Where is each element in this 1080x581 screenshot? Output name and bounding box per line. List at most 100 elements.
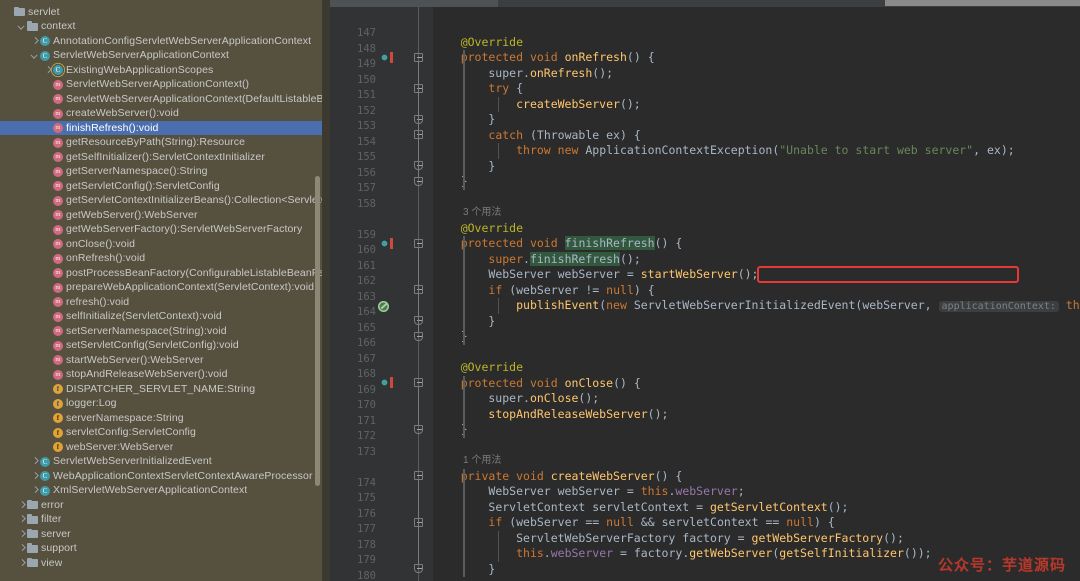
tree-item[interactable]: servlet bbox=[0, 5, 330, 20]
code-line[interactable]: super.onRefresh(); bbox=[433, 66, 613, 82]
code-line[interactable]: ServletWebServerFactory factory = getWeb… bbox=[433, 531, 904, 547]
fold-end-marker[interactable] bbox=[414, 331, 423, 341]
tree-item-label: selfInitialize(ServletContext):void bbox=[66, 310, 222, 323]
tree-item[interactable]: error bbox=[0, 498, 330, 513]
tree-item[interactable]: m getServletConfig():ServletConfig bbox=[0, 179, 330, 194]
line-number: 152 bbox=[357, 104, 376, 117]
code-line[interactable]: publishEvent(new ServletWebServerInitial… bbox=[433, 298, 1080, 315]
tree-item[interactable]: m ServletWebServerApplicationContext(Defa… bbox=[0, 92, 330, 107]
tree-item[interactable]: C AnnotationConfigServletWebServerApplica… bbox=[0, 34, 330, 49]
tree-item[interactable]: m getServletContextInitializerBeans():Col… bbox=[0, 193, 330, 208]
code-line[interactable]: super.onClose(); bbox=[433, 391, 599, 407]
tree-item[interactable]: context bbox=[0, 19, 330, 34]
tree-item[interactable]: f logger:Log bbox=[0, 396, 330, 411]
tree-item[interactable]: f servletConfig:ServletConfig bbox=[0, 425, 330, 440]
code-line[interactable]: throw new ApplicationContextException("U… bbox=[433, 143, 1015, 159]
code-line[interactable]: private void createWebServer() { bbox=[433, 469, 683, 485]
code-line[interactable]: if (webServer == null && servletContext … bbox=[433, 515, 834, 531]
tree-item[interactable]: C ExistingWebApplicationScopes bbox=[0, 63, 330, 78]
tree-item[interactable]: f webServer:WebServer bbox=[0, 440, 330, 455]
sidebar-right-edge bbox=[322, 0, 330, 581]
fold-end-marker[interactable] bbox=[414, 564, 423, 573]
code-line[interactable]: if (webServer != null) { bbox=[433, 283, 654, 299]
code-line[interactable]: @Override bbox=[433, 360, 523, 376]
code-line[interactable]: stopAndReleaseWebServer(); bbox=[433, 407, 668, 423]
folder-icon bbox=[27, 514, 38, 525]
tree-item[interactable]: m onRefresh():void bbox=[0, 251, 330, 266]
chevron-right-icon[interactable] bbox=[17, 558, 26, 567]
tree-item[interactable]: server bbox=[0, 527, 330, 542]
tree-item-label: serverNamespace:String bbox=[66, 411, 184, 424]
code-line[interactable]: WebServer webServer = this.webServer; bbox=[433, 484, 744, 500]
code-line[interactable]: WebServer webServer = startWebServer(); bbox=[433, 267, 758, 283]
tree-item[interactable]: C XmlServletWebServerApplicationContext bbox=[0, 483, 330, 498]
code-content[interactable]: @Override protected void onRefresh() { s… bbox=[433, 7, 1080, 581]
fold-end-marker[interactable] bbox=[414, 176, 423, 186]
code-editor[interactable]: 147 148 149 150 151 152 153 154 155 156 157 158 159 1… bbox=[330, 0, 1080, 581]
tree-item[interactable]: m finishRefresh():void bbox=[0, 120, 330, 135]
tree-item[interactable]: f serverNamespace:String bbox=[0, 411, 330, 426]
editor-gutter[interactable]: 147 148 149 150 151 152 153 154 155 156 157 158 159 1… bbox=[330, 7, 403, 581]
tree-item[interactable]: m setServletConfig(ServletConfig):void bbox=[0, 338, 330, 353]
code-line[interactable]: ServletContext servletContext = getServl… bbox=[433, 500, 848, 516]
chevron-right-icon[interactable] bbox=[30, 471, 39, 480]
method-icon: m bbox=[53, 152, 63, 162]
tree-item[interactable]: m getWebServerFactory():ServletWebServerF… bbox=[0, 222, 330, 237]
tree-item[interactable]: m setServerNamespace(String):void bbox=[0, 324, 330, 339]
tree-item[interactable]: m onClose():void bbox=[0, 237, 330, 252]
tree-item[interactable]: support bbox=[0, 541, 330, 556]
tree-item[interactable]: filter bbox=[0, 512, 330, 527]
chevron-right-icon[interactable] bbox=[30, 457, 39, 466]
tree-item[interactable]: m getServerNamespace():String bbox=[0, 164, 330, 179]
tree-item[interactable]: C ServletWebServerApplicationContext bbox=[0, 48, 330, 63]
tree-item-label: getWebServerFactory():ServletWebServerFa… bbox=[66, 223, 303, 236]
chevron-right-icon[interactable] bbox=[17, 515, 26, 524]
tree-item[interactable]: m getResourceByPath(String):Resource bbox=[0, 135, 330, 150]
editor-top-scrollbar[interactable] bbox=[330, 0, 1080, 7]
tree-item-label: ServletWebServerInitializedEvent bbox=[53, 455, 212, 468]
tree-item[interactable]: m stopAndReleaseWebServer():void bbox=[0, 367, 330, 382]
structure-tree-panel[interactable]: servlet context C AnnotationConfigServletWe… bbox=[0, 0, 330, 581]
chevron-right-icon[interactable] bbox=[43, 65, 52, 74]
usage-hint[interactable]: 1 个用法 bbox=[463, 453, 501, 469]
chevron-down-icon[interactable] bbox=[30, 51, 39, 60]
chevron-right-icon[interactable] bbox=[30, 36, 39, 45]
usage-hint[interactable]: 3 个用法 bbox=[463, 205, 501, 221]
overridden-method-icon[interactable] bbox=[380, 237, 393, 249]
ide-window: servlet context C AnnotationConfigServletWe… bbox=[0, 0, 1080, 581]
tree-item[interactable]: m selfInitialize(ServletContext):void bbox=[0, 309, 330, 324]
code-line[interactable]: @Override bbox=[433, 221, 523, 237]
tree-item[interactable]: m getWebServer():WebServer bbox=[0, 208, 330, 223]
tree-item[interactable]: C ServletWebServerInitializedEvent bbox=[0, 454, 330, 469]
tree-item[interactable]: m getSelfInitializer():ServletContextInit… bbox=[0, 150, 330, 165]
code-line[interactable]: @Override bbox=[433, 35, 523, 51]
line-number: 150 bbox=[357, 73, 376, 86]
tree-item[interactable]: m postProcessBeanFactory(ConfigurableList… bbox=[0, 266, 330, 281]
chevron-right-icon[interactable] bbox=[17, 500, 26, 509]
line-number: 148 bbox=[357, 42, 376, 55]
chevron-down-icon[interactable] bbox=[17, 22, 26, 31]
horizontal-scroll-thumb[interactable] bbox=[885, 0, 1080, 6]
code-line[interactable]: protected void finishRefresh() { bbox=[433, 236, 682, 252]
fold-end-marker[interactable] bbox=[414, 424, 423, 434]
code-line[interactable]: protected void onRefresh() { bbox=[433, 50, 655, 66]
code-line[interactable]: this.webServer = factory.getWebServer(ge… bbox=[433, 546, 932, 562]
tree-item[interactable]: m ServletWebServerApplicationContext() bbox=[0, 77, 330, 92]
chevron-right-icon[interactable] bbox=[17, 529, 26, 538]
tree-item[interactable]: view bbox=[0, 556, 330, 571]
tree-item[interactable]: m refresh():void bbox=[0, 295, 330, 310]
tree-item[interactable]: m createWebServer():void bbox=[0, 106, 330, 121]
tree-item[interactable]: C WebApplicationContextServletContextAwar… bbox=[0, 469, 330, 484]
chevron-right-icon[interactable] bbox=[30, 486, 39, 495]
line-number: 178 bbox=[357, 538, 376, 551]
structure-scrollbar-thumb[interactable] bbox=[315, 176, 320, 486]
recursive-call-icon[interactable] bbox=[378, 300, 389, 312]
overridden-method-icon[interactable] bbox=[380, 51, 393, 63]
chevron-right-icon[interactable] bbox=[17, 544, 26, 553]
overridden-method-icon[interactable] bbox=[380, 377, 393, 388]
code-line[interactable]: try { bbox=[433, 81, 523, 97]
tree-item[interactable]: f DISPATCHER_SERVLET_NAME:String bbox=[0, 382, 330, 397]
tree-item[interactable]: m prepareWebApplicationContext(ServletCon… bbox=[0, 280, 330, 295]
tree-item[interactable]: m startWebServer():WebServer bbox=[0, 353, 330, 368]
